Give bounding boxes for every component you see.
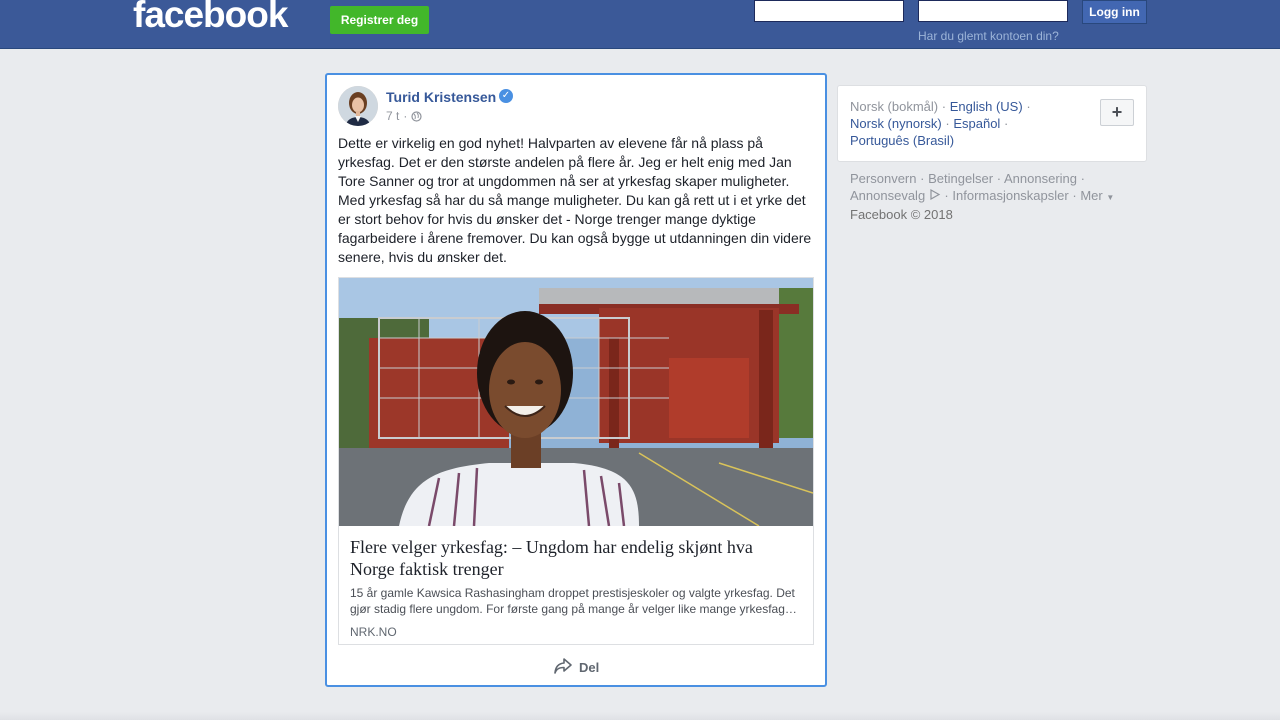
language-item-espanol[interactable]: Español: [953, 116, 1000, 131]
footer-link-annonsering[interactable]: Annonsering: [1004, 171, 1077, 186]
link-preview-image[interactable]: [339, 278, 813, 526]
link-description: 15 år gamle Kawsica Rashasingham droppet…: [350, 586, 797, 616]
share-icon: [553, 657, 573, 678]
language-list: Norsk (bokmål) · English (US) · Norsk (n…: [850, 99, 1031, 148]
language-current: Norsk (bokmål): [850, 99, 939, 114]
footer-link-informasjonskapsler[interactable]: Informasjonskapsler: [952, 188, 1068, 203]
language-item-norsk-nynorsk[interactable]: Norsk (nynorsk): [850, 116, 942, 131]
copyright: Facebook © 2018: [850, 207, 953, 222]
post-meta: 7 t ·: [386, 109, 422, 123]
post-card: Turid Kristensen ✓ 7 t · Dette er virkel…: [325, 73, 827, 687]
post-text: Dette er virkelig en god nyhet! Halvpart…: [338, 135, 812, 265]
link-source: NRK.NO: [350, 625, 397, 639]
forgot-account-link[interactable]: Har du glemt kontoen din?: [918, 29, 1059, 43]
chevron-down-icon[interactable]: ▼: [1106, 193, 1114, 202]
email-field[interactable]: [754, 0, 904, 22]
verified-badge-icon: ✓: [499, 89, 513, 103]
author-avatar[interactable]: [338, 86, 378, 126]
footer-link-annonsevalg[interactable]: Annonsevalg: [850, 188, 925, 203]
bottom-shade: [0, 712, 1280, 720]
footer-link-mer[interactable]: Mer: [1080, 188, 1102, 203]
share-label: Del: [579, 660, 600, 675]
globe-icon: [411, 110, 422, 122]
more-languages-button[interactable]: +: [1100, 99, 1134, 126]
register-button[interactable]: Registrer deg: [330, 6, 429, 34]
footer-links: Personvern · Betingelser · Annonsering ·…: [850, 171, 1115, 222]
password-field[interactable]: [918, 0, 1068, 22]
footer-link-betingelser[interactable]: Betingelser: [928, 171, 993, 186]
link-title[interactable]: Flere velger yrkesfag: – Ungdom har ende…: [350, 536, 800, 580]
share-button[interactable]: Del: [553, 657, 599, 678]
top-bar: facebook Registrer deg Logg inn Har du g…: [0, 0, 1280, 49]
footer-link-personvern[interactable]: Personvern: [850, 171, 916, 186]
facebook-logo[interactable]: facebook: [133, 0, 288, 36]
post-timestamp[interactable]: 7 t: [386, 109, 399, 123]
ad-choices-icon[interactable]: [929, 188, 941, 203]
login-button[interactable]: Logg inn: [1082, 0, 1147, 24]
author-name[interactable]: Turid Kristensen: [386, 89, 496, 105]
meta-separator: ·: [403, 109, 408, 123]
language-selector: Norsk (bokmål) · English (US) · Norsk (n…: [837, 85, 1147, 162]
language-item-portugues-brasil[interactable]: Português (Brasil): [850, 133, 954, 148]
link-preview-card[interactable]: Flere velger yrkesfag: – Ungdom har ende…: [338, 277, 814, 645]
language-item-english-us[interactable]: English (US): [950, 99, 1023, 114]
